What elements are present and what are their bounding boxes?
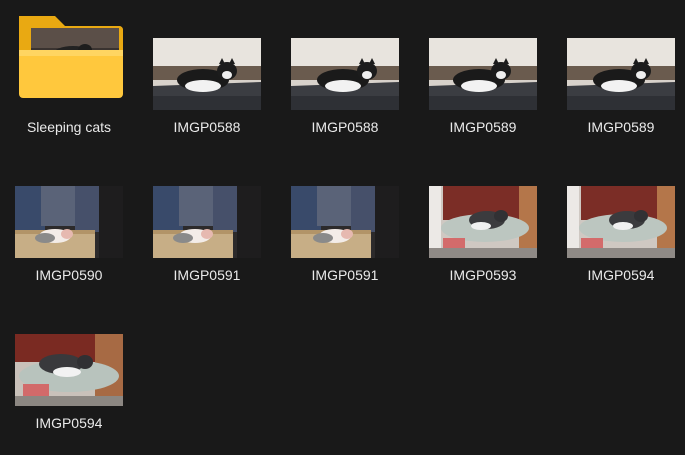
file-label: IMGP0590 <box>35 267 103 283</box>
file-label: IMGP0591 <box>173 267 241 283</box>
file-item[interactable]: IMGP0591 <box>142 148 272 296</box>
file-label: IMGP0589 <box>449 119 517 135</box>
image-thumbnail <box>280 38 410 110</box>
image-thumbnail <box>418 186 548 258</box>
file-item[interactable]: IMGP0594 <box>556 148 685 296</box>
file-item[interactable]: IMGP0590 <box>4 148 134 296</box>
image-thumbnail <box>4 186 134 258</box>
image-thumbnail <box>4 334 134 406</box>
file-label: IMGP0593 <box>449 267 517 283</box>
file-label: IMGP0589 <box>587 119 655 135</box>
file-item[interactable]: IMGP0589 <box>418 0 548 148</box>
file-item[interactable]: IMGP0591 <box>280 148 410 296</box>
folder-icon <box>4 12 134 102</box>
image-thumbnail <box>280 186 410 258</box>
file-label: IMGP0588 <box>311 119 379 135</box>
folder-label: Sleeping cats <box>26 119 112 135</box>
folder-item[interactable]: Sleeping cats <box>4 0 134 148</box>
image-thumbnail <box>418 38 548 110</box>
image-thumbnail <box>556 38 685 110</box>
file-label: IMGP0591 <box>311 267 379 283</box>
image-thumbnail <box>142 186 272 258</box>
file-label: IMGP0594 <box>587 267 655 283</box>
file-grid: Sleeping cats IMGP0588 IMGP0588 IMGP0589… <box>4 0 685 455</box>
file-item[interactable]: IMGP0589 <box>556 0 685 148</box>
file-item[interactable]: IMGP0593 <box>418 148 548 296</box>
file-label: IMGP0588 <box>173 119 241 135</box>
file-label: IMGP0594 <box>35 415 103 431</box>
file-item[interactable]: IMGP0594 <box>4 296 134 444</box>
file-item[interactable]: IMGP0588 <box>142 0 272 148</box>
image-thumbnail <box>142 38 272 110</box>
image-thumbnail <box>556 186 685 258</box>
file-item[interactable]: IMGP0588 <box>280 0 410 148</box>
